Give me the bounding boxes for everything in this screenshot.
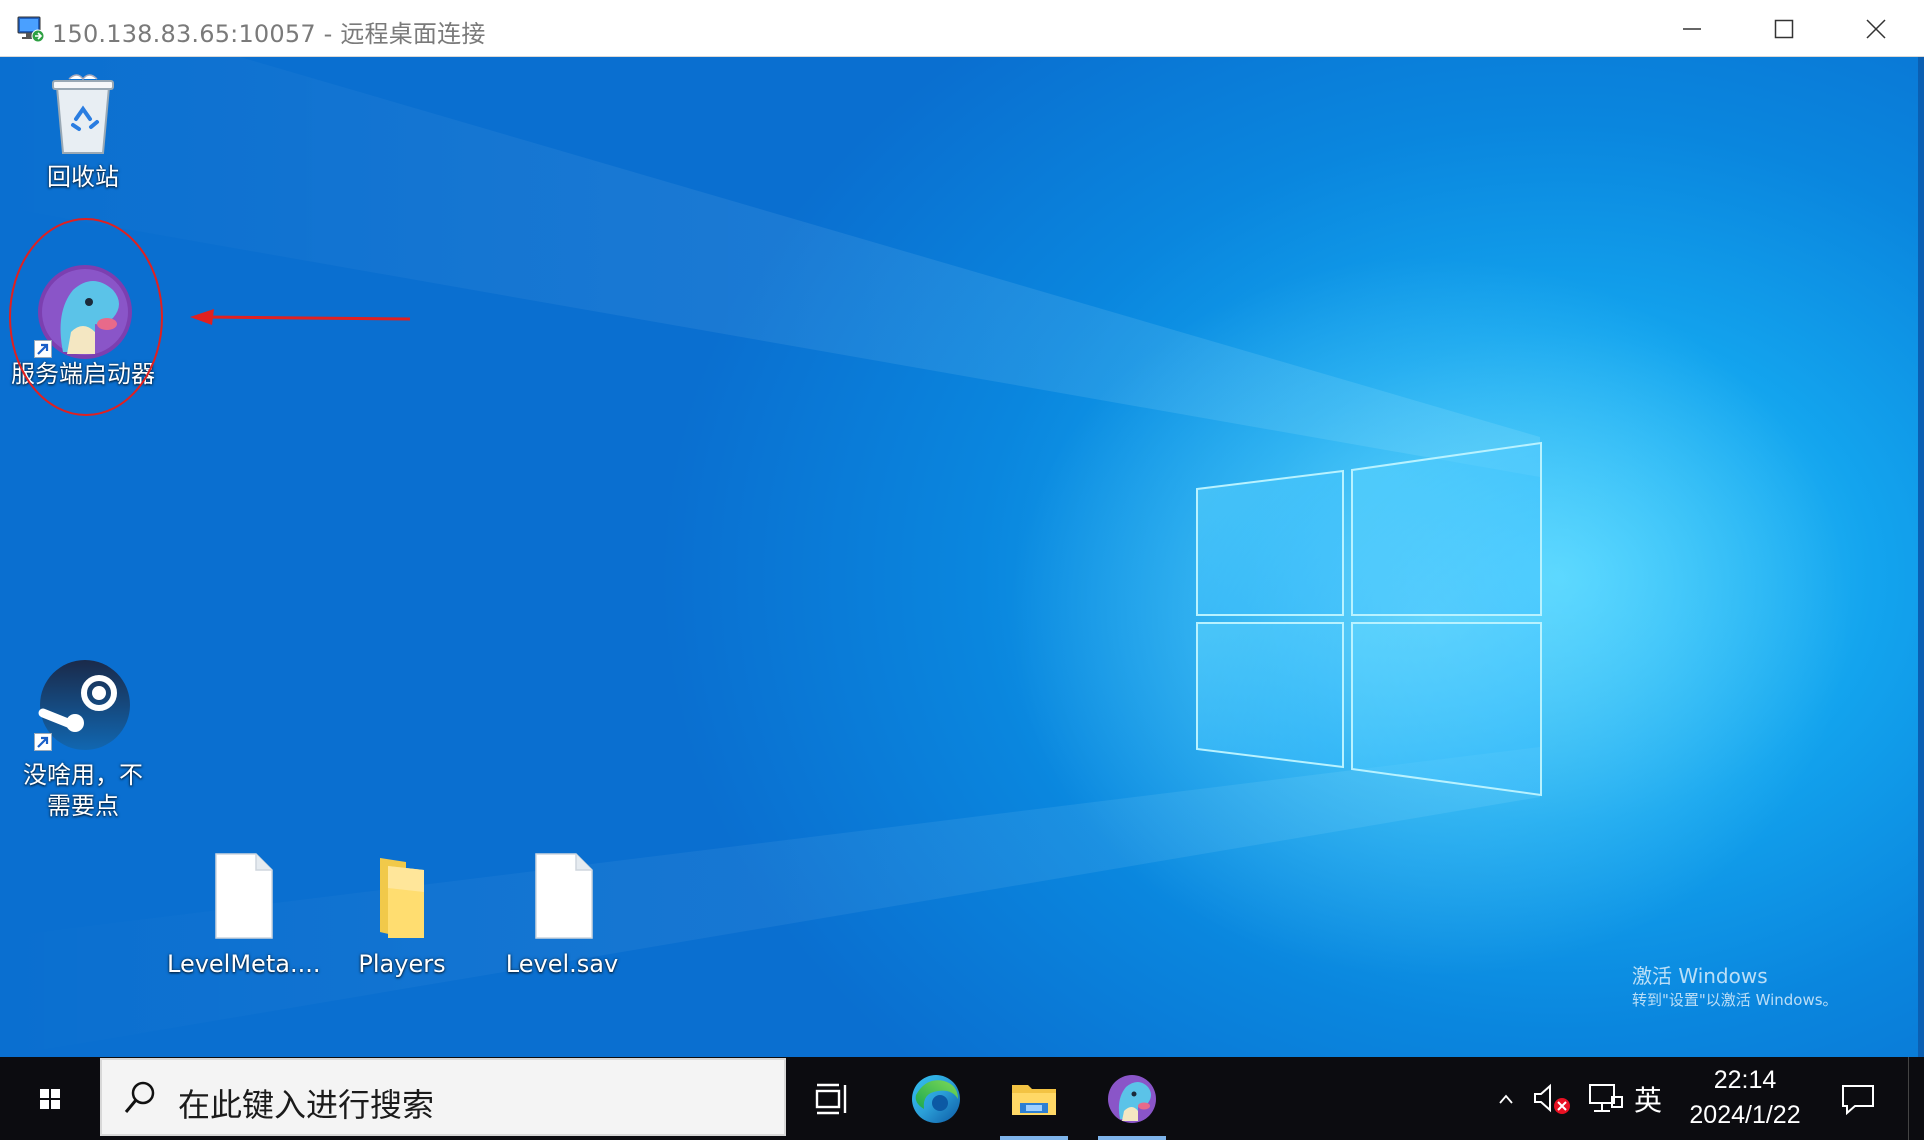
annotation-arrow-line xyxy=(205,315,411,321)
chevron-up-icon xyxy=(1499,1094,1513,1104)
file-icon xyxy=(215,853,273,939)
network-button[interactable] xyxy=(1584,1057,1628,1140)
input-method-indicator[interactable]: 英 xyxy=(1628,1057,1668,1140)
window-title: 150.138.83.65:10057 - 远程桌面连接 xyxy=(52,20,486,48)
activate-subtitle: 转到"设置"以激活 Windows。 xyxy=(1632,991,1838,1009)
maximize-button[interactable] xyxy=(1738,0,1830,57)
activate-windows-watermark: 激活 Windows 转到"设置"以激活 Windows。 xyxy=(1632,963,1838,1011)
recycle-bin-shortcut[interactable]: 回收站 xyxy=(8,65,158,193)
search-icon xyxy=(124,1081,155,1113)
show-hidden-icons-button[interactable] xyxy=(1494,1057,1518,1140)
window-titlebar[interactable]: 150.138.83.65:10057 - 远程桌面连接 xyxy=(0,0,1924,57)
notification-icon xyxy=(1842,1084,1874,1115)
action-center-button[interactable] xyxy=(1836,1057,1880,1140)
launcher-taskbar-button[interactable] xyxy=(1092,1057,1172,1140)
search-placeholder: 在此键入进行搜索 xyxy=(178,1086,435,1124)
desktop-icon-label: Level.sav xyxy=(505,950,619,978)
remote-scroll-edge xyxy=(1918,57,1924,1057)
annotation-overlay xyxy=(9,218,411,416)
file-explorer-icon xyxy=(1012,1084,1056,1115)
volume-muted-icon xyxy=(1534,1083,1570,1114)
clock-time: 22:14 xyxy=(1713,1066,1777,1094)
taskbar: 在此键入进行搜索 英 22:14 2024/1/22 xyxy=(0,1057,1924,1140)
levelmeta-file[interactable]: LevelMeta.... xyxy=(167,852,321,980)
desktop-icon-label: 没啥用，不需要点 xyxy=(23,761,143,820)
file-explorer-taskbar-button[interactable] xyxy=(994,1057,1074,1140)
start-button[interactable] xyxy=(18,1057,82,1140)
volume-button[interactable] xyxy=(1530,1057,1574,1140)
desktop-icon-label: LevelMeta.... xyxy=(167,950,321,978)
desktop[interactable]: 回收站 服务端启动器 没啥用，不需要点 LevelMeta.... Player… xyxy=(0,57,1924,1057)
clock-date: 2024/1/22 xyxy=(1689,1101,1801,1129)
close-button[interactable] xyxy=(1830,0,1922,57)
recycle-bin-icon xyxy=(52,74,114,154)
network-icon xyxy=(1589,1083,1623,1112)
minimize-icon xyxy=(1683,27,1701,30)
desktop-icon-label: 回收站 xyxy=(47,163,119,191)
show-desktop-strip[interactable] xyxy=(1908,1057,1924,1140)
file-icon xyxy=(535,853,593,939)
close-icon xyxy=(1866,18,1886,39)
minimize-button[interactable] xyxy=(1646,0,1738,57)
annotation-circle xyxy=(9,218,163,416)
task-view-button[interactable] xyxy=(793,1057,873,1140)
taskbar-search-box[interactable]: 在此键入进行搜索 xyxy=(100,1058,786,1136)
windows-start-icon xyxy=(40,1088,60,1109)
taskbar-clock[interactable]: 22:14 2024/1/22 xyxy=(1670,1063,1820,1133)
shortcut-arrow-icon xyxy=(34,733,52,751)
activate-title: 激活 Windows xyxy=(1632,964,1768,988)
annotation-arrow-head xyxy=(190,309,214,325)
level-sav-file[interactable]: Level.sav xyxy=(487,852,637,980)
steam-shortcut[interactable]: 没啥用，不需要点 xyxy=(8,657,158,822)
folder-icon xyxy=(380,858,424,938)
players-folder[interactable]: Players xyxy=(327,852,477,980)
palworld-launcher-icon xyxy=(1108,1074,1156,1123)
maximize-icon xyxy=(1774,19,1794,38)
task-view-icon xyxy=(815,1083,847,1114)
edge-taskbar-button[interactable] xyxy=(896,1057,976,1140)
desktop-icon-label: Players xyxy=(358,950,446,978)
edge-icon xyxy=(912,1074,960,1123)
remote-desktop-icon xyxy=(17,16,45,43)
